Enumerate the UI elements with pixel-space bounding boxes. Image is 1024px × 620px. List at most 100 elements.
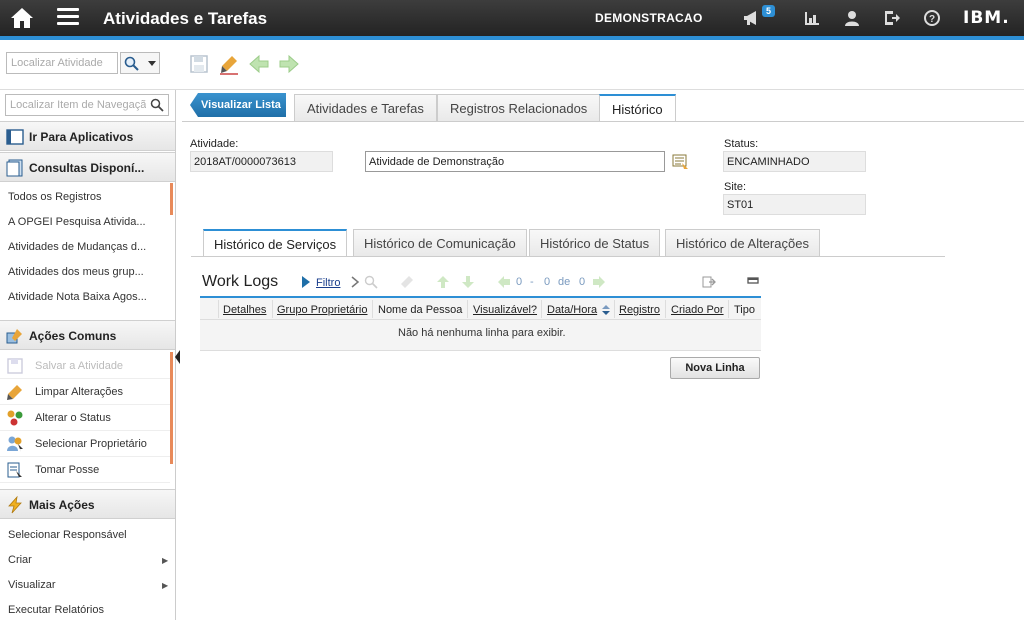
- save-activity-action[interactable]: Salvar a Atividade: [0, 353, 170, 379]
- save-icon: [7, 358, 23, 374]
- user-label[interactable]: DEMONSTRACAO: [595, 11, 703, 25]
- toolbar: [0, 40, 1024, 90]
- applications-icon: [6, 129, 24, 145]
- find-button[interactable]: [120, 52, 160, 74]
- user-profile-icon[interactable]: [843, 9, 861, 27]
- tab-history[interactable]: Histórico: [599, 94, 676, 122]
- chevron-right-icon: [351, 276, 360, 288]
- svg-text:?: ?: [929, 14, 935, 25]
- clear-changes-icon[interactable]: [218, 53, 240, 75]
- download-icon[interactable]: [702, 275, 716, 289]
- lightning-icon: [8, 496, 22, 514]
- tab-related-records[interactable]: Registros Relacionados: [437, 94, 601, 121]
- column-header-person-name: Nome da Pessoa: [378, 304, 463, 316]
- notification-badge[interactable]: 5: [762, 5, 776, 17]
- column-separator: [541, 300, 542, 318]
- arrow-down-icon: [462, 276, 474, 288]
- queries-scrollbar[interactable]: [170, 183, 173, 215]
- activity-description-field[interactable]: Atividade de Demonstração: [365, 151, 665, 172]
- find-navigation-item-input[interactable]: [5, 94, 169, 116]
- home-icon[interactable]: [10, 7, 34, 29]
- megaphone-icon[interactable]: [742, 9, 760, 27]
- filter-expand-icon[interactable]: [301, 276, 311, 288]
- next-record-icon[interactable]: [278, 53, 300, 75]
- site-field: ST01: [723, 194, 866, 215]
- clear-changes-action[interactable]: Limpar Alterações: [0, 379, 170, 405]
- bar-chart-icon[interactable]: [803, 9, 821, 27]
- minimize-table-icon[interactable]: [746, 275, 760, 289]
- available-queries-header[interactable]: Consultas Disponí...: [0, 152, 175, 182]
- column-separator: [467, 300, 468, 318]
- long-description-icon[interactable]: [672, 154, 690, 170]
- sort-icon[interactable]: [602, 305, 610, 315]
- select-owner-icon: [7, 436, 23, 452]
- common-actions-scrollbar[interactable]: [170, 352, 173, 464]
- clear-filter-icon: [401, 276, 413, 288]
- create-menu[interactable]: Criar: [8, 554, 32, 566]
- pager-from: 0: [516, 276, 523, 288]
- change-status-icon: [7, 410, 23, 426]
- list-view-button[interactable]: Visualizar Lista: [190, 93, 286, 117]
- column-separator: [614, 300, 615, 318]
- left-navigation-panel: Ir Para Aplicativos Consultas Disponí...…: [0, 90, 176, 620]
- run-reports-action[interactable]: Executar Relatórios: [8, 604, 104, 616]
- submenu-arrow-icon: ▶: [162, 556, 169, 565]
- previous-record-icon[interactable]: [248, 53, 270, 75]
- collapse-panel-icon[interactable]: [175, 350, 180, 364]
- common-actions-header[interactable]: Ações Comuns: [0, 320, 175, 350]
- subtab-change-history[interactable]: Histórico de Alterações: [665, 229, 820, 256]
- goto-applications-header[interactable]: Ir Para Aplicativos: [0, 121, 175, 151]
- column-header-details[interactable]: Detalhes: [223, 304, 266, 316]
- save-icon: [190, 55, 208, 73]
- query-item[interactable]: Todos os Registros: [8, 191, 158, 203]
- subtab-status-history[interactable]: Histórico de Status: [529, 229, 661, 256]
- search-icon[interactable]: [150, 98, 164, 112]
- submenu-arrow-icon: ▶: [162, 581, 169, 590]
- query-item[interactable]: A OPGEI Pesquisa Ativida...: [8, 216, 158, 228]
- column-separator: [272, 300, 273, 318]
- filter-link[interactable]: Filtro: [316, 277, 340, 289]
- take-ownership-action[interactable]: Tomar Posse: [0, 457, 170, 483]
- subtab-divider: [191, 256, 945, 257]
- pager-to: 0: [544, 276, 551, 288]
- take-ownership-icon: [7, 462, 22, 479]
- column-header-record[interactable]: Registro: [619, 304, 660, 316]
- subtab-service-history[interactable]: Histórico de Serviços: [203, 229, 348, 256]
- find-activity-input[interactable]: [6, 52, 118, 74]
- column-header-created-by[interactable]: Criado Por: [671, 304, 724, 316]
- select-owner-action[interactable]: Selecionar Proprietário: [0, 431, 170, 457]
- help-icon[interactable]: ?: [923, 9, 941, 27]
- pager-dash: -: [530, 276, 534, 288]
- new-row-button[interactable]: Nova Linha: [670, 357, 760, 379]
- common-actions-icon: [6, 329, 22, 344]
- search-icon: [364, 275, 378, 289]
- activity-label: Atividade:: [190, 138, 239, 150]
- empty-table-message: Não há nenhuma linha para exibir.: [398, 327, 566, 339]
- column-separator: [665, 300, 666, 318]
- query-item[interactable]: Atividade Nota Baixa Agos...: [8, 291, 158, 303]
- previous-page-icon: [498, 276, 510, 288]
- view-menu[interactable]: Visualizar: [8, 579, 56, 591]
- status-field: ENCAMINHADO: [723, 151, 866, 172]
- work-logs-title: Work Logs: [202, 273, 279, 290]
- column-separator: [728, 300, 729, 318]
- column-header-viewable[interactable]: Visualizável?: [473, 304, 537, 316]
- tab-activities-tasks[interactable]: Atividades e Tarefas: [294, 94, 437, 121]
- queries-icon: [6, 159, 23, 177]
- query-item[interactable]: Atividades de Mudanças d...: [8, 241, 158, 253]
- column-header-type: Tipo: [734, 304, 755, 316]
- change-status-action[interactable]: Alterar o Status: [0, 405, 170, 431]
- hamburger-menu-icon[interactable]: [57, 8, 79, 26]
- column-header-owner-group[interactable]: Grupo Proprietário: [277, 304, 368, 316]
- column-header-datetime[interactable]: Data/Hora: [547, 304, 597, 316]
- tab-divider: [182, 121, 1024, 122]
- sign-out-icon[interactable]: [883, 9, 901, 27]
- more-actions-header[interactable]: Mais Ações: [0, 489, 175, 519]
- pager-of: de: [558, 276, 571, 288]
- column-separator: [372, 300, 373, 318]
- arrow-up-icon: [437, 276, 449, 288]
- select-responsible-action[interactable]: Selecionar Responsável: [8, 529, 127, 541]
- query-item[interactable]: Atividades dos meus grup...: [8, 266, 158, 278]
- clear-changes-icon: [7, 385, 22, 400]
- subtab-communication-history[interactable]: Histórico de Comunicação: [353, 229, 527, 256]
